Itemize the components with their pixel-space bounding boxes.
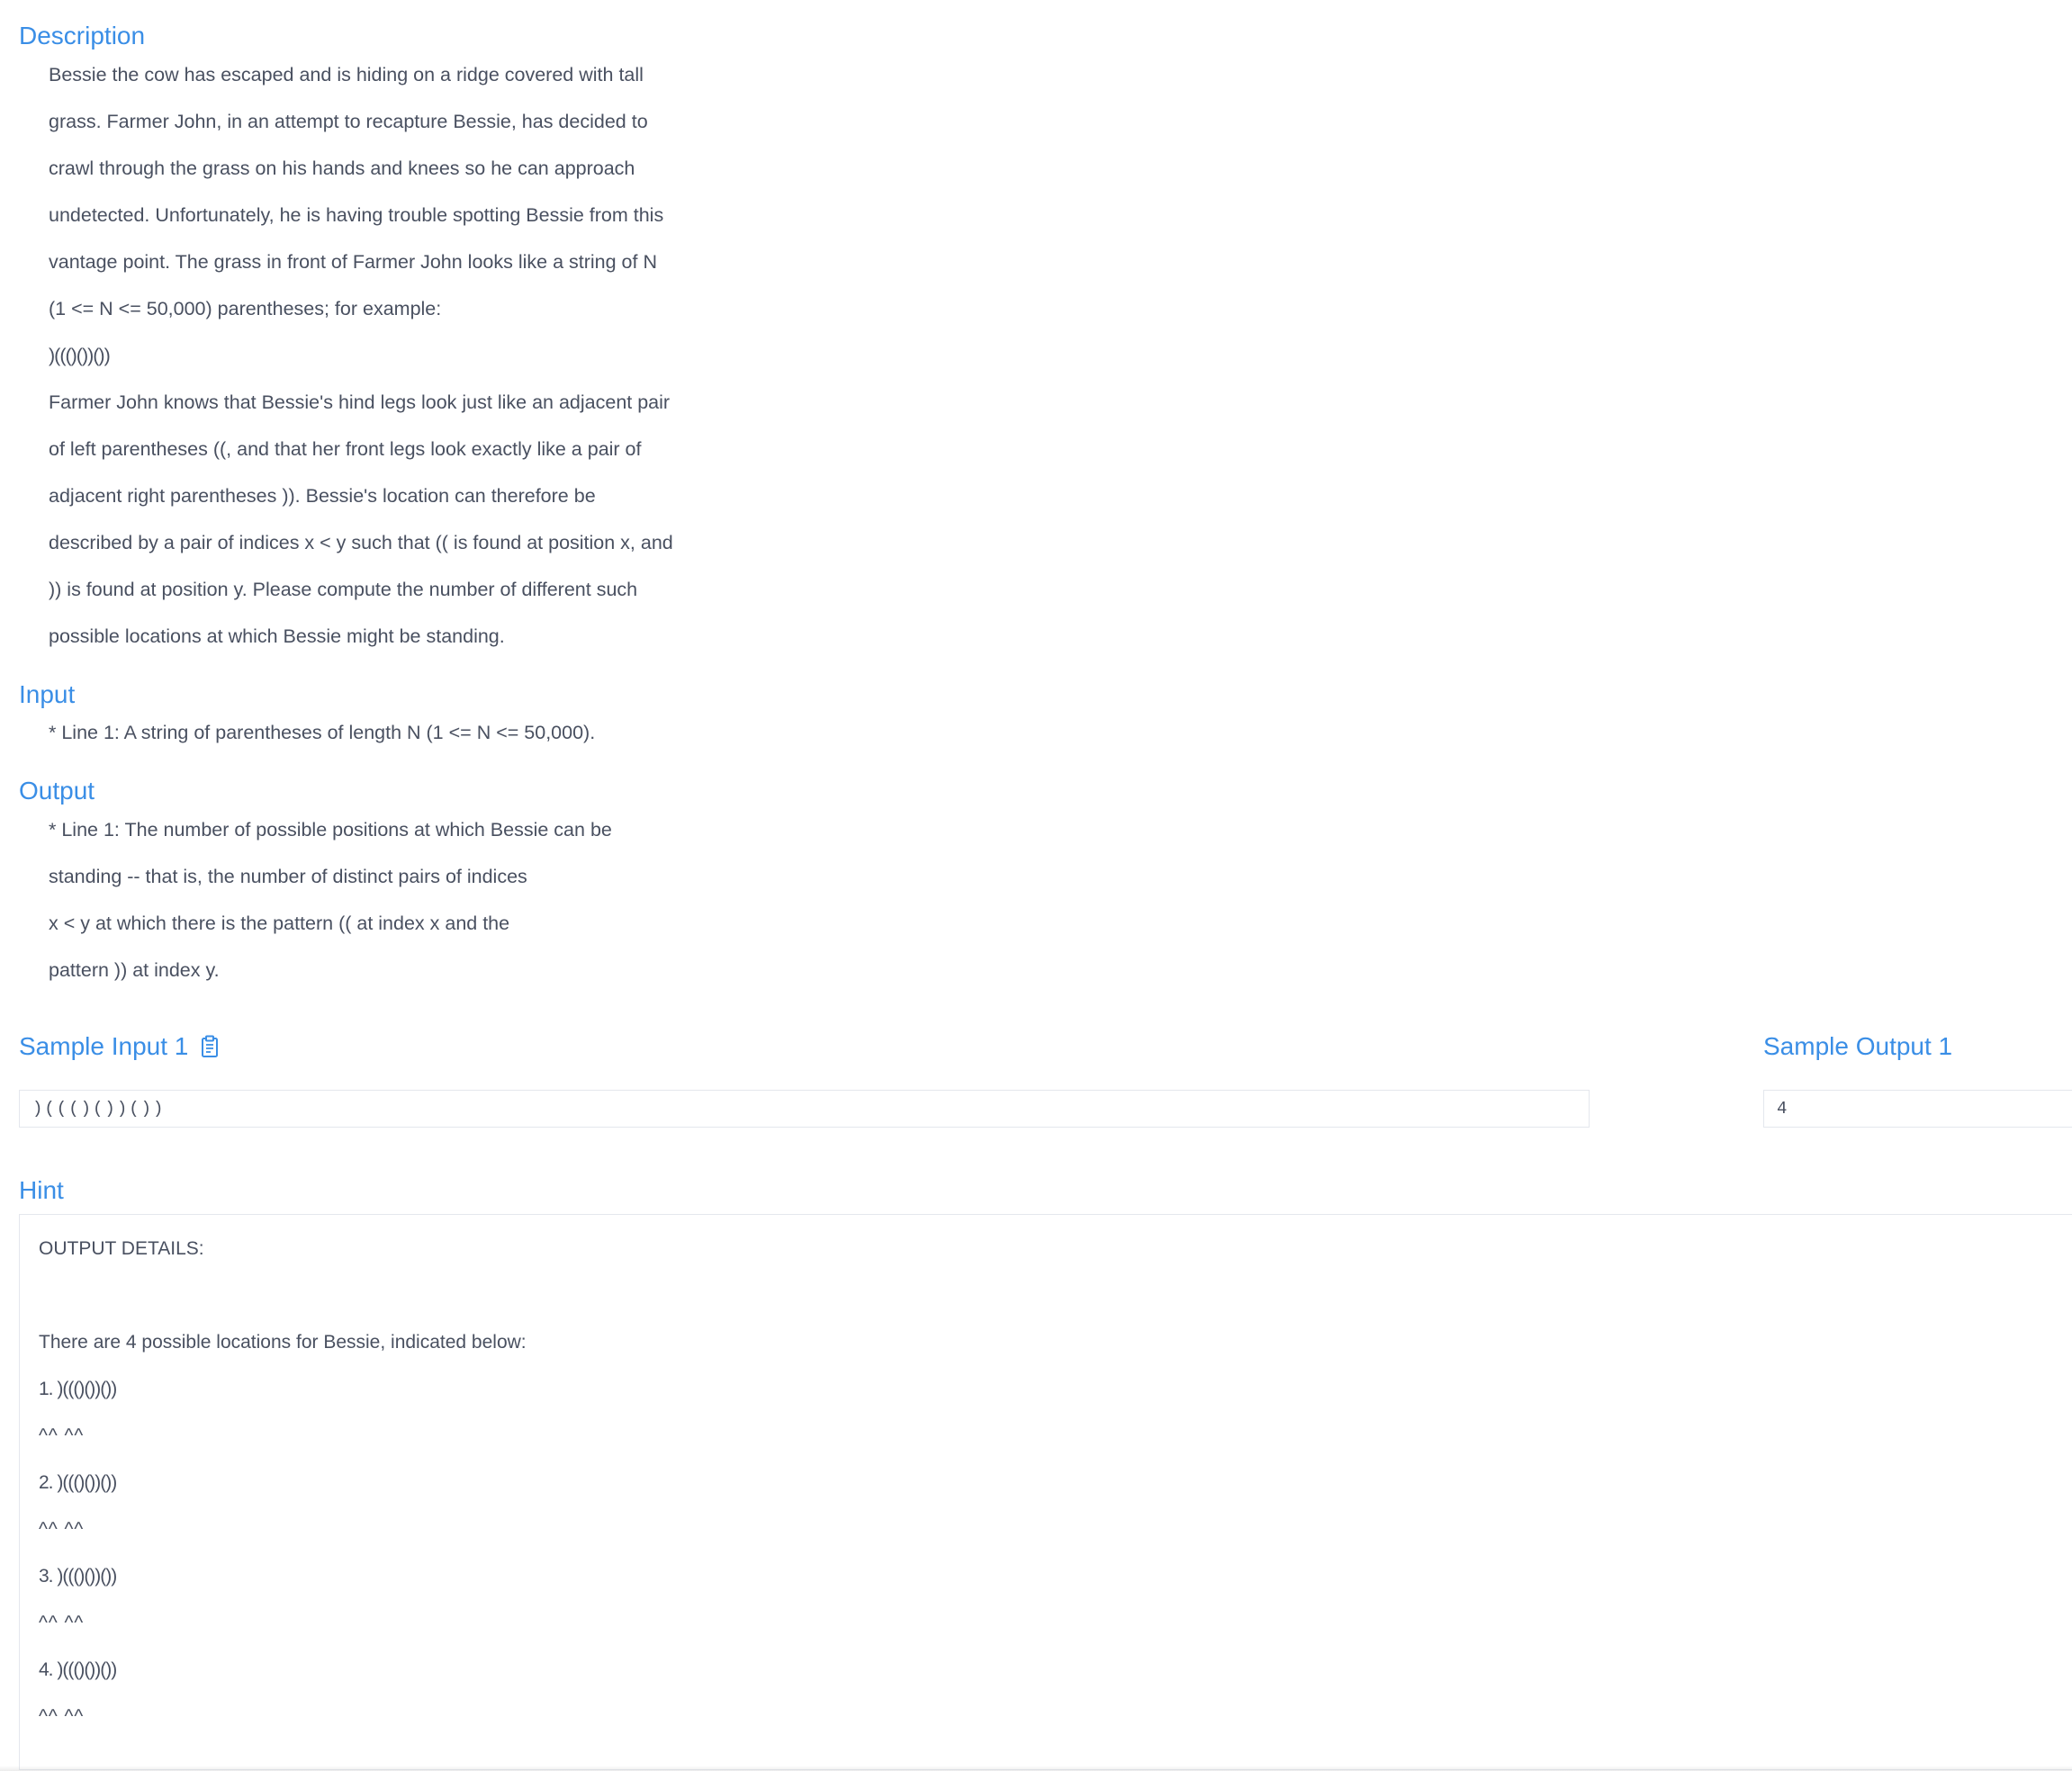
description-line: possible locations at which Bessie might… xyxy=(49,625,505,647)
sample-input-title: Sample Input 1 xyxy=(19,1031,219,1065)
description-line: adjacent right parentheses )). Bessie's … xyxy=(49,485,596,507)
hint-item-markers: ^^ ^^ xyxy=(39,1519,85,1540)
hint-heading: OUTPUT DETAILS: xyxy=(39,1238,204,1259)
hint-intro: There are 4 possible locations for Bessi… xyxy=(39,1332,527,1353)
hint-item-label: 4. )((()())()) xyxy=(39,1659,117,1680)
output-line: * Line 1: The number of possible positio… xyxy=(49,819,612,841)
hint-item-label: 3. )((()())()) xyxy=(39,1566,117,1587)
output-line: pattern )) at index y. xyxy=(49,959,220,981)
description-line: described by a pair of indices x < y suc… xyxy=(49,532,673,553)
description-line: undetected. Unfortunately, he is having … xyxy=(49,204,664,226)
sample-input-value[interactable]: )((()())()) xyxy=(19,1090,1590,1128)
description-line: (1 <= N <= 50,000) parentheses; for exam… xyxy=(49,298,442,319)
clipboard-icon[interactable] xyxy=(201,1035,219,1065)
input-line: * Line 1: A string of parentheses of len… xyxy=(49,722,596,743)
hint-box: OUTPUT DETAILS: There are 4 possible loc… xyxy=(19,1214,2072,1770)
hint-item-markers: ^^ ^^ xyxy=(39,1706,85,1727)
sample-output-title: Sample Output 1 xyxy=(1763,1032,1953,1060)
description-line: crawl through the grass on his hands and… xyxy=(49,157,635,179)
output-line: standing -- that is, the number of disti… xyxy=(49,866,527,887)
description-line: of left parentheses ((, and that her fro… xyxy=(49,438,642,460)
sample-output-value[interactable]: 4 xyxy=(1763,1090,2072,1128)
description-line: Farmer John knows that Bessie's hind leg… xyxy=(49,391,671,413)
hint-item-markers: ^^ ^^ xyxy=(39,1425,85,1446)
sample-input-title-text: Sample Input 1 xyxy=(19,1032,189,1060)
description-line: vantage point. The grass in front of Far… xyxy=(49,251,657,273)
description-text: Bessie the cow has escaped and is hiding… xyxy=(49,51,673,660)
description-line: Bessie the cow has escaped and is hiding… xyxy=(49,64,644,85)
output-title: Output xyxy=(19,777,95,805)
description-example-string: )((()())()) xyxy=(49,345,111,366)
bottom-shadow xyxy=(0,1766,2072,1771)
hint-item-markers: ^^ ^^ xyxy=(39,1613,85,1633)
hint-item-label: 1. )((()())()) xyxy=(39,1379,117,1399)
hint-item-label: 2. )((()())()) xyxy=(39,1472,117,1493)
input-title: Input xyxy=(19,680,76,708)
input-text: * Line 1: A string of parentheses of len… xyxy=(49,709,595,756)
description-line: )) is found at position y. Please comput… xyxy=(49,579,638,600)
output-text: * Line 1: The number of possible positio… xyxy=(49,806,612,993)
description-line: grass. Farmer John, in an attempt to rec… xyxy=(49,111,648,132)
description-title: Description xyxy=(19,22,146,49)
hint-title: Hint xyxy=(19,1176,64,1204)
output-line: x < y at which there is the pattern (( a… xyxy=(49,912,510,934)
